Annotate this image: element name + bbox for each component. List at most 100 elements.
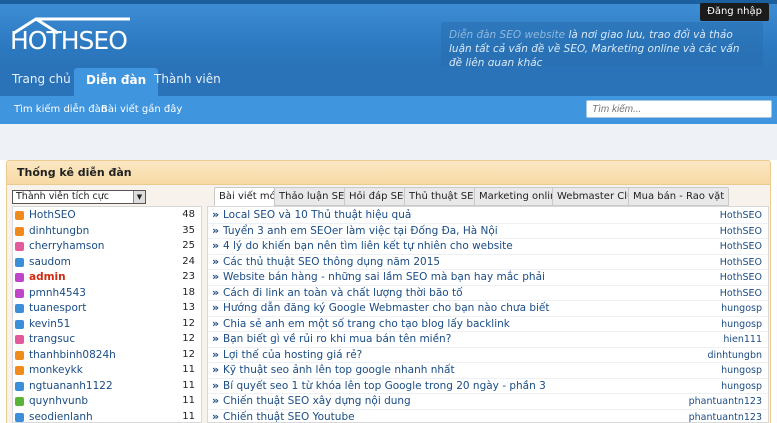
member-row: dinhtungbn 35 [13,224,201,240]
member-name[interactable]: thanhbinh0824h [29,349,116,361]
topic-title-link[interactable]: Hướng dẫn đăng ký Google Webmaster cho b… [223,302,550,314]
nav-home[interactable]: Trang chủ [12,66,71,96]
member-status-icon [15,304,24,313]
member-row: quynhvunb 11 [13,394,201,410]
member-name[interactable]: ngtuananh1122 [29,380,113,392]
double-arrow-icon: » [212,378,220,392]
member-row: thanhbinh0824h 12 [13,348,201,364]
member-name[interactable]: kevin51 [29,318,70,330]
member-row: pmnh4543 18 [13,286,201,302]
topic-author-link[interactable]: HothSEO [720,288,762,299]
double-arrow-icon: » [212,208,220,221]
member-post-count: 35 [182,224,195,236]
topic-author-link[interactable]: HothSEO [720,257,762,268]
topic-list: » Local SEO và 10 Thủ thuật hiệu quả HothS… [207,206,769,423]
topic-row: » Website bán hàng - những sai lầm SEO mà… [208,270,768,286]
topic-author-link[interactable]: phantuantn123 [689,396,762,407]
topic-row: » Hướng dẫn đăng ký Google Webmaster cho … [208,301,768,317]
topic-row: » Chia sẻ anh em một số trang cho tạo blo… [208,317,768,332]
member-name[interactable]: seodienlanh [29,411,93,423]
topic-title-link[interactable]: Local SEO và 10 Thủ thuật hiệu quả [223,209,411,221]
topic-title-link[interactable]: Kỹ thuật seo ảnh lên top google nhanh nh… [223,364,455,376]
topic-row: » Chiến thuật SEO Youtube phantuantn123 [208,410,768,423]
member-row: kevin51 12 [13,317,201,333]
topic-author-link[interactable]: hungosp [721,381,762,392]
double-arrow-icon: » [212,332,220,345]
topic-title-link[interactable]: Lợi thế của hosting giá rẻ? [223,349,362,361]
spacer [0,124,777,160]
topic-author-link[interactable]: hien111 [723,334,762,345]
topic-title-link[interactable]: Các thủ thuật SEO thông dụng năm 2015 [223,256,440,268]
topic-title-link[interactable]: Chia sẻ anh em một số trang cho tạo blog… [223,318,510,330]
topic-title-link[interactable]: Chiến thuật SEO Youtube [223,411,355,423]
nav-members[interactable]: Thành viên [154,66,221,96]
topic-author-link[interactable]: HothSEO [720,210,762,221]
member-name[interactable]: dinhtungbn [29,225,89,237]
member-row: admin 23 [13,270,201,286]
topic-tab[interactable]: Mua bán - Rao vặt [628,187,730,206]
login-button[interactable]: Đăng nhập [700,3,769,21]
topic-title-link[interactable]: Cách đi link an toàn và chất lượng thời … [223,287,463,299]
double-arrow-icon: » [212,409,220,423]
topic-title-link[interactable]: 4 lý do khiến bạn nên tìm liên kết tự nh… [223,240,513,252]
member-name[interactable]: quynhvunb [29,395,88,407]
member-row: HothSEO 48 [13,208,201,224]
member-post-count: 12 [182,333,195,344]
stats-title: Thống kê diễn đàn [17,166,132,179]
member-post-count: 11 [182,395,195,406]
site-logo-text[interactable]: HOTHSEO [10,26,128,55]
topic-author-link[interactable]: hungosp [721,319,762,330]
subnav-recent-posts[interactable]: Bài viết gần đây [101,96,182,124]
member-status-icon [15,381,24,391]
member-post-count: 12 [182,348,195,360]
search-input[interactable] [586,100,772,118]
double-arrow-icon: » [212,301,220,314]
member-status-icon [15,335,24,344]
member-name[interactable]: saudom [29,256,71,268]
member-name[interactable]: tuanesport [29,302,86,314]
member-status-icon [15,319,24,329]
main-navbar: Trang chủ Diễn đàn Thành viên [0,66,777,96]
topic-author-link[interactable]: hungosp [721,303,762,314]
topic-row: » Local SEO và 10 Thủ thuật hiệu quả HothS… [208,208,768,224]
member-row: tuanesport 13 [13,301,201,317]
member-post-count: 13 [182,302,195,313]
member-name[interactable]: admin [29,271,66,283]
topic-row: » Bạn biết gì về rủi ro khi mua bán tên m… [208,332,768,348]
topic-author-link[interactable]: HothSEO [720,272,762,283]
member-name[interactable]: pmnh4543 [29,287,86,299]
member-post-count: 24 [182,255,195,267]
member-filter-value: Thành viên tích cực [16,191,109,202]
member-status-icon [15,273,24,282]
member-name[interactable]: HothSEO [29,209,76,221]
topic-author-link[interactable]: HothSEO [720,241,762,252]
topic-row: » Các thủ thuật SEO thông dụng năm 2015 Ho… [208,255,768,270]
member-name[interactable]: trangsuc [29,333,75,345]
member-status-icon [15,366,24,375]
topic-title-link[interactable]: Tuyển 3 anh em SEOer làm việc tại Đống Đ… [223,225,498,237]
topic-author-link[interactable]: hungosp [721,365,762,376]
topic-author-link[interactable]: phantuantn123 [689,412,762,423]
member-name[interactable]: monkeykk [29,364,83,376]
member-name[interactable]: cherryhamson [29,240,104,252]
topic-author-link[interactable]: HothSEO [720,226,762,237]
topic-title-link[interactable]: Chiến thuật SEO xây dựng nội dung [223,395,411,407]
topic-title-link[interactable]: Bạn biết gì về rủi ro khi mua bán tên mi… [223,333,451,345]
member-filter-select[interactable]: Thành viên tích cực ▼ [12,190,146,204]
topic-title-link[interactable]: Website bán hàng - những sai lầm SEO mà … [223,271,545,283]
subnav-search-forum[interactable]: Tìm kiếm diễn đàn [14,96,107,124]
topic-title-link[interactable]: Bí quyết seo 1 từ khóa lên top Google tr… [223,380,546,392]
topic-row: » 4 lý do khiến bạn nên tìm liên kết tự n… [208,239,768,255]
topic-author-link[interactable]: dinhtungbn [707,350,762,361]
tagline-link[interactable]: Diễn đàn SEO website [449,29,565,41]
member-status-icon [15,288,24,298]
member-row: ngtuananh1122 11 [13,379,201,395]
member-row: monkeykk 11 [13,363,201,379]
double-arrow-icon: » [212,239,220,252]
chevron-down-icon[interactable]: ▼ [133,191,145,203]
double-arrow-icon: » [212,363,220,376]
nav-forum[interactable]: Diễn đàn [74,68,159,96]
header-topbar [0,0,777,4]
member-post-count: 18 [182,286,195,298]
topic-row: » Kỹ thuật seo ảnh lên top google nhanh n… [208,363,768,379]
